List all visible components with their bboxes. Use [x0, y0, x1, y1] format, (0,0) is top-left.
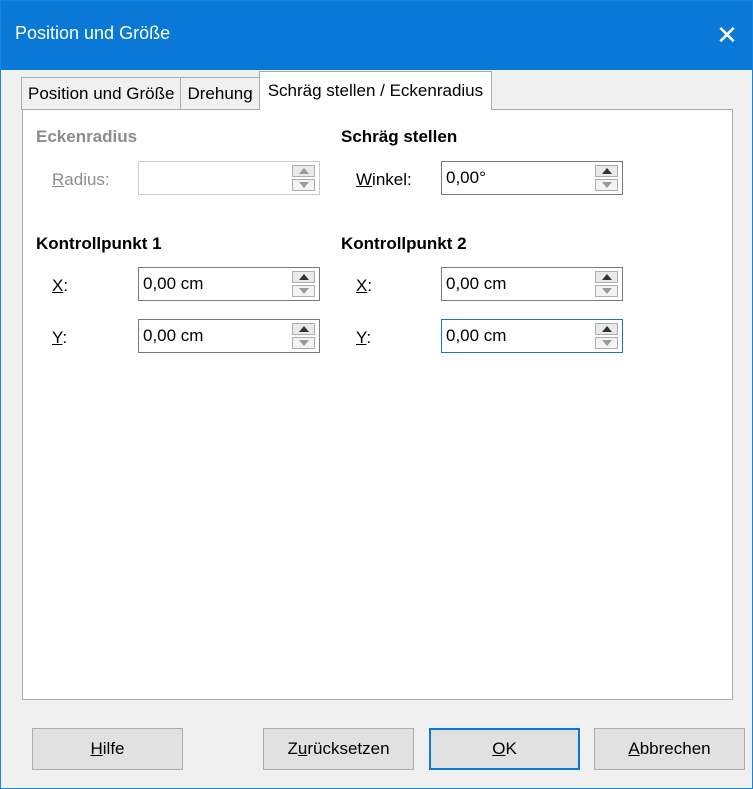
- cp2-x-value[interactable]: 0,00 cm: [446, 274, 506, 294]
- help-button[interactable]: Hilfe: [32, 728, 183, 770]
- cp2-y-label: Y:: [356, 328, 372, 347]
- cp2-y-value[interactable]: 0,00 cm: [446, 326, 506, 346]
- cp1-x-spinbox[interactable]: 0,00 cm: [138, 267, 320, 301]
- angle-label: Winkel:: [356, 170, 412, 189]
- arrow-up-icon: [601, 326, 612, 332]
- arrow-up-icon: [601, 168, 612, 174]
- arrow-down-icon: [298, 340, 309, 346]
- angle-spinbox[interactable]: 0,00°: [441, 161, 623, 195]
- radius-spin-buttons: [292, 165, 315, 191]
- arrow-down-icon: [601, 340, 612, 346]
- cp1-x-decrement-button[interactable]: [292, 285, 315, 297]
- cp2-x-spin-buttons: [595, 271, 618, 297]
- radius-increment-button: [292, 165, 315, 177]
- tab-bar: Position und Größe Drehung Schräg stelle…: [21, 71, 493, 110]
- corner-radius-heading: Eckenradius: [36, 127, 138, 146]
- cp2-y-spinbox[interactable]: 0,00 cm: [441, 319, 623, 353]
- cp1-y-decrement-button[interactable]: [292, 337, 315, 349]
- arrow-down-icon: [298, 182, 309, 188]
- radius-label: Radius:: [52, 170, 110, 189]
- arrow-down-icon: [601, 288, 612, 294]
- angle-decrement-button[interactable]: [595, 179, 618, 191]
- reset-button[interactable]: Zu rücksetzen: [263, 728, 414, 770]
- cp2-y-spin-buttons: [595, 323, 618, 349]
- arrow-down-icon: [601, 182, 612, 188]
- tab-panel: Eckenradius Radius: Schräg stellen Winke…: [22, 109, 733, 700]
- arrow-down-icon: [298, 288, 309, 294]
- cp2-x-decrement-button[interactable]: [595, 285, 618, 297]
- cp1-x-label: X:: [52, 276, 69, 295]
- control-point-1-heading: Kontrollpunkt 1: [36, 234, 162, 253]
- cp1-y-label: Y:: [52, 328, 68, 347]
- tab-rotation[interactable]: Drehung: [180, 77, 260, 110]
- cp1-x-value[interactable]: 0,00 cm: [143, 274, 203, 294]
- dialog-title: Position und Größe: [15, 23, 171, 43]
- radius-decrement-button: [292, 179, 315, 191]
- control-point-2-heading: Kontrollpunkt 2: [341, 234, 467, 253]
- angle-increment-button[interactable]: [595, 165, 618, 177]
- arrow-up-icon: [298, 274, 309, 280]
- dialog-window: Position und Größe ✕ Position und Größe …: [0, 0, 753, 789]
- cp1-y-increment-button[interactable]: [292, 323, 315, 335]
- angle-spin-buttons: [595, 165, 618, 191]
- cp1-y-value[interactable]: 0,00 cm: [143, 326, 203, 346]
- cp1-x-increment-button[interactable]: [292, 271, 315, 283]
- cp2-y-increment-button[interactable]: [595, 323, 618, 335]
- cancel-button[interactable]: Abbrechen: [594, 728, 745, 770]
- close-icon[interactable]: ✕: [702, 1, 752, 70]
- tab-position-size[interactable]: Position und Größe: [21, 77, 182, 110]
- arrow-up-icon: [601, 274, 612, 280]
- angle-value[interactable]: 0,00°: [446, 168, 486, 188]
- tab-slant-corner-radius[interactable]: Schräg stellen / Eckenradius: [258, 71, 493, 110]
- ok-button[interactable]: OK: [429, 728, 580, 770]
- radius-spinbox: [138, 161, 320, 195]
- slant-heading: Schräg stellen: [341, 127, 458, 146]
- cp2-x-spinbox[interactable]: 0,00 cm: [441, 267, 623, 301]
- cp1-x-spin-buttons: [292, 271, 315, 297]
- cp1-y-spin-buttons: [292, 323, 315, 349]
- arrow-up-icon: [298, 326, 309, 332]
- cp2-x-increment-button[interactable]: [595, 271, 618, 283]
- title-bar: Position und Größe ✕: [1, 1, 752, 70]
- cp2-x-label: X:: [356, 276, 373, 295]
- cp1-y-spinbox[interactable]: 0,00 cm: [138, 319, 320, 353]
- cp2-y-decrement-button[interactable]: [595, 337, 618, 349]
- arrow-up-icon: [298, 168, 309, 174]
